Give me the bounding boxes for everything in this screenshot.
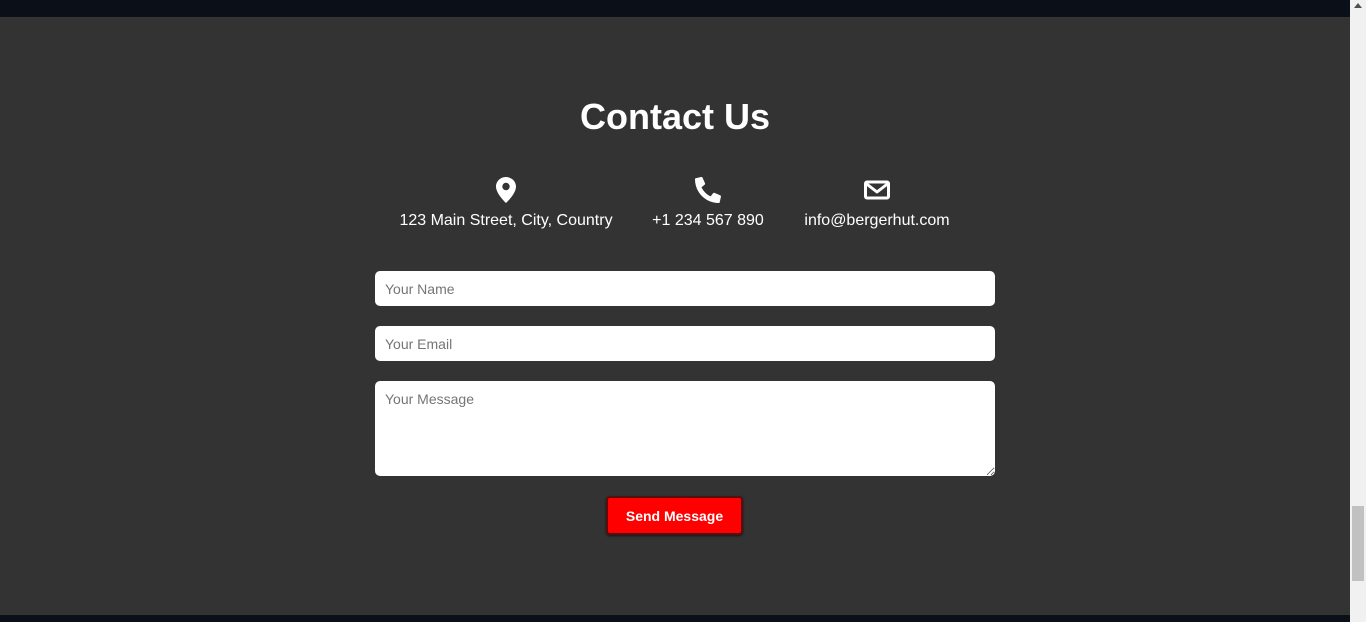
header-strip <box>0 0 1350 17</box>
name-input[interactable] <box>375 271 995 306</box>
contact-info-address: 123 Main Street, City, Country <box>390 177 622 231</box>
footer-strip <box>0 615 1350 622</box>
contact-info-email: info@bergerhut.com <box>794 177 960 231</box>
phone-icon <box>642 177 774 205</box>
email-text: info@bergerhut.com <box>804 212 950 229</box>
contact-title: Contact Us <box>579 96 771 137</box>
envelope-icon <box>794 177 960 205</box>
contact-section: Contact Us 123 Main Street, City, Countr… <box>0 17 1350 615</box>
scroll-up-arrow-icon[interactable] <box>1354 3 1362 8</box>
send-message-button[interactable]: Send Message <box>606 496 743 535</box>
phone-text: +1 234 567 890 <box>652 212 764 229</box>
message-textarea[interactable] <box>375 381 995 476</box>
email-input[interactable] <box>375 326 995 361</box>
vertical-scrollbar[interactable] <box>1350 0 1366 622</box>
scrollbar-thumb[interactable] <box>1352 506 1364 581</box>
address-text: 123 Main Street, City, Country <box>399 212 613 229</box>
map-marker-icon <box>390 177 622 205</box>
contact-info-phone: +1 234 567 890 <box>642 177 774 231</box>
